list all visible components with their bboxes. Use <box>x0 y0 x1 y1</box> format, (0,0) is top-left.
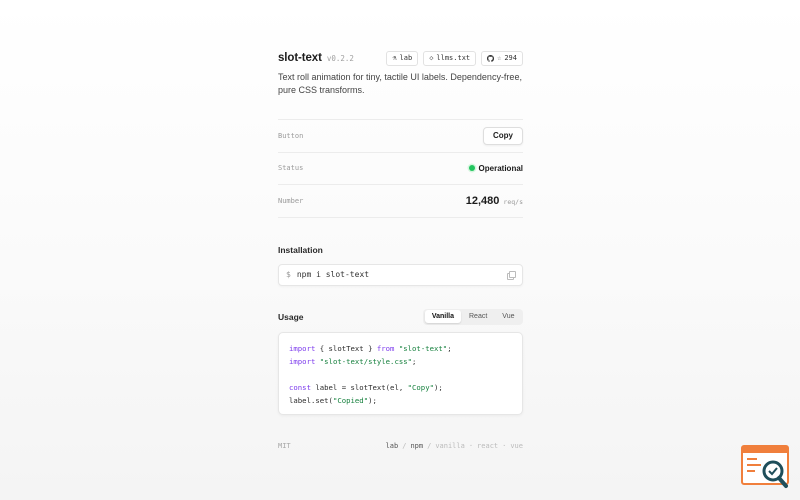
code-line: import "slot-text/style.css"; <box>289 356 417 366</box>
lab-link-label: lab <box>399 54 413 62</box>
star-count: 294 <box>504 54 517 62</box>
tab-vue[interactable]: Vue <box>495 310 521 323</box>
number-row-label: Number <box>278 196 304 205</box>
number-unit: req/s <box>503 197 523 206</box>
footer-separator: · <box>468 442 474 450</box>
footer-link-lab[interactable]: lab <box>386 442 399 450</box>
diamond-icon: ◇ <box>429 54 434 62</box>
main-content: slot-text v0.2.2 ⚗ lab ◇ llms.txt ☆ 294 … <box>278 48 523 415</box>
status-row-label: Status <box>278 164 304 173</box>
star-icon: ☆ <box>497 54 502 62</box>
demo-rows: Button Copy Status Operational Number 12… <box>278 119 523 218</box>
footer-link-vanilla[interactable]: vanilla <box>435 442 465 450</box>
header: slot-text v0.2.2 ⚗ lab ◇ llms.txt ☆ 294 <box>278 48 523 68</box>
demo-row-status: Status Operational <box>278 153 523 185</box>
code-line: import { slotText } from "slot-text"; <box>289 343 452 353</box>
status-dot-icon <box>468 165 475 172</box>
lab-link[interactable]: ⚗ lab <box>386 50 419 66</box>
code-block: import { slotText } from "slot-text"; im… <box>278 331 523 415</box>
license-label: MIT <box>278 442 291 450</box>
install-command-box: $ npm i slot-text <box>278 263 523 286</box>
footer-separator: · <box>502 442 507 450</box>
footer-link-react[interactable]: react <box>477 442 498 450</box>
installation-title: Installation <box>278 244 323 255</box>
code-line: label.set("Copied"); <box>289 395 377 405</box>
footer-link-npm[interactable]: npm <box>410 442 423 450</box>
status-text: Operational <box>478 163 523 173</box>
title-group: slot-text v0.2.2 <box>278 52 354 64</box>
footer-links: lab / npm / vanilla · react · vue <box>386 442 523 450</box>
number-display: 12,480 req/s <box>466 195 523 207</box>
inspector-badge-icon[interactable] <box>740 444 790 490</box>
footer-separator: / <box>402 442 407 450</box>
llms-txt-link-label: llms.txt <box>436 54 471 62</box>
github-icon <box>487 54 495 62</box>
number-value: 12,480 <box>465 194 500 207</box>
tab-react[interactable]: React <box>462 310 494 323</box>
code-line: const label = slotText(el, "Copy"); <box>289 382 443 392</box>
github-stars-link[interactable]: ☆ 294 <box>481 50 523 66</box>
shell-prompt: $ <box>286 270 291 279</box>
header-links: ⚗ lab ◇ llms.txt ☆ 294 <box>386 50 523 66</box>
demo-row-number: Number 12,480 req/s <box>278 185 523 218</box>
description: Text roll animation for tiny, tactile UI… <box>278 72 522 95</box>
copy-icon[interactable] <box>507 270 516 280</box>
framework-tabs: Vanilla React Vue <box>423 308 523 325</box>
button-row-label: Button <box>278 131 304 140</box>
footer: MIT lab / npm / vanilla · react · vue <box>278 442 523 450</box>
footer-separator: / <box>427 442 432 450</box>
copy-button[interactable]: Copy <box>483 126 523 145</box>
page-title: slot-text <box>278 52 322 64</box>
tab-vanilla[interactable]: Vanilla <box>424 310 461 323</box>
flask-icon: ⚗ <box>392 54 397 62</box>
demo-row-button: Button Copy <box>278 120 523 153</box>
install-command: npm i slot-text <box>296 270 370 279</box>
footer-link-vue[interactable]: vue <box>510 442 523 450</box>
version-label: v0.2.2 <box>326 54 354 63</box>
usage-title: Usage <box>278 311 304 322</box>
usage-header: Usage Vanilla React Vue <box>278 308 523 325</box>
llms-txt-link[interactable]: ◇ llms.txt <box>423 50 477 66</box>
status-indicator: Operational <box>468 163 523 173</box>
